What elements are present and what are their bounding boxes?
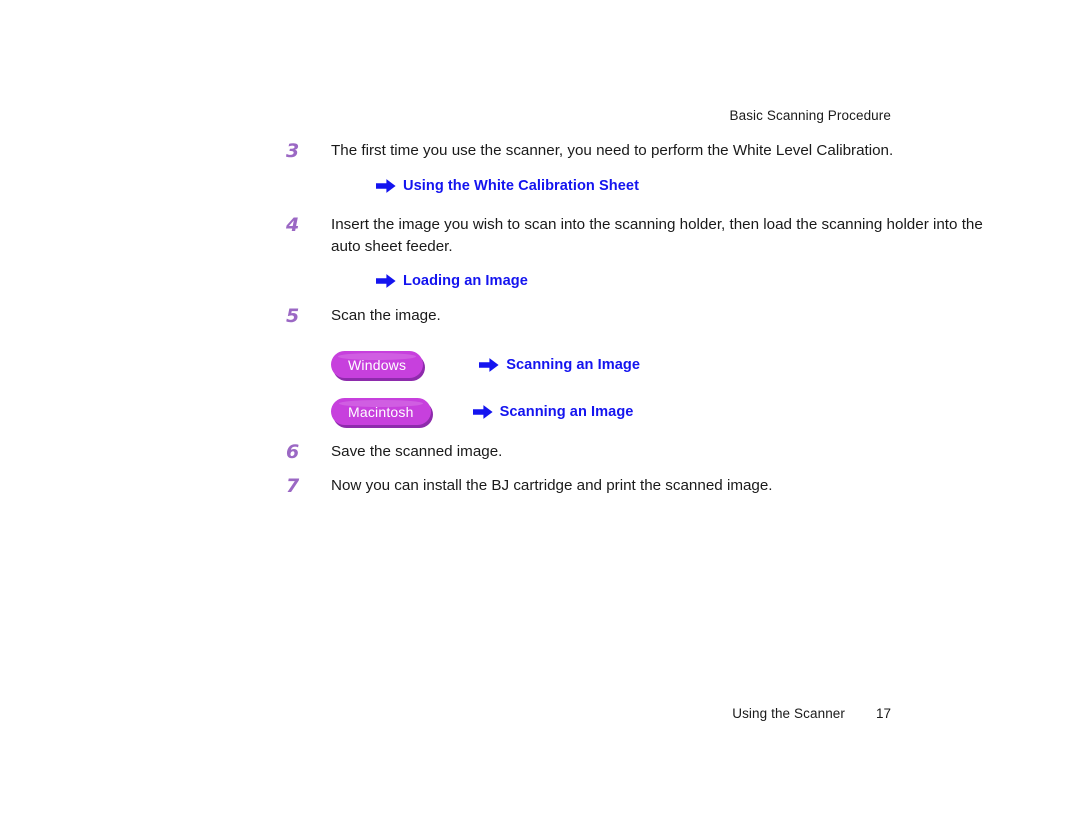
link-label: Using the White Calibration Sheet (403, 178, 639, 194)
step-3: 3 The first time you use the scanner, yo… (286, 140, 986, 162)
link-using-the-white-calibration-sheet[interactable]: Using the White Calibration Sheet (376, 178, 986, 194)
footer-section-title: Using the Scanner (732, 706, 845, 721)
step-text: Scan the image. (331, 307, 441, 324)
step-7: 7 Now you can install the BJ cartridge a… (286, 475, 986, 497)
link-label: Loading an Image (403, 273, 528, 289)
step-number: 6 (286, 441, 300, 463)
step-text: The first time you use the scanner, you … (331, 142, 894, 159)
content-column: 3 The first time you use the scanner, yo… (286, 140, 986, 497)
page-footer: Using the Scanner 17 (0, 706, 891, 721)
platform-button-label: Macintosh (348, 403, 414, 420)
step-text: Insert the image you wish to scan into t… (331, 216, 983, 255)
arrow-right-icon (376, 179, 396, 193)
footer-page-number: 17 (875, 706, 891, 721)
step-text: Now you can install the BJ cartridge and… (331, 477, 773, 494)
platform-button-windows[interactable]: Windows (331, 351, 424, 378)
step-4: 4 Insert the image you wish to scan into… (286, 214, 986, 257)
arrow-right-icon (479, 357, 499, 372)
step-text: Save the scanned image. (331, 443, 503, 460)
step-number: 3 (286, 140, 300, 162)
platform-button-label: Windows (348, 356, 407, 373)
running-header: Basic Scanning Procedure (729, 108, 891, 123)
arrow-right-icon (472, 404, 493, 419)
platform-button-macintosh[interactable]: Macintosh (331, 398, 431, 425)
step-number: 4 (286, 214, 300, 236)
step-number: 5 (286, 305, 300, 327)
link-scanning-an-image-macintosh[interactable]: Scanning an Image (472, 403, 634, 420)
step-6: 6 Save the scanned image. (286, 441, 986, 463)
link-loading-an-image[interactable]: Loading an Image (376, 273, 986, 289)
document-page: Basic Scanning Procedure 3 The first tim… (0, 0, 1080, 834)
platform-row-macintosh: Macintosh Scanning an Image (331, 398, 986, 425)
arrow-right-icon (376, 274, 396, 288)
link-label: Scanning an Image (499, 403, 634, 420)
link-scanning-an-image-windows[interactable]: Scanning an Image (479, 357, 640, 373)
step-5: 5 Scan the image. (286, 305, 986, 327)
link-label: Scanning an Image (506, 356, 641, 373)
platform-row-windows: Windows Scanning an Image (331, 351, 986, 378)
step-number: 7 (286, 475, 300, 497)
